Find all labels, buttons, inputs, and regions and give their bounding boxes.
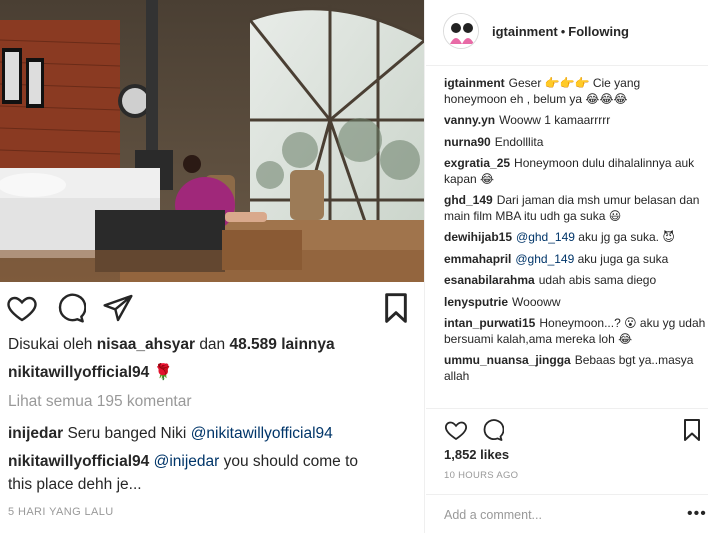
caption-author[interactable]: nikitawillyofficial94 (8, 364, 149, 381)
post-action-bar (0, 288, 424, 328)
comment-row: nikitawillyofficial94 @inijedar you shou… (8, 451, 416, 472)
rose-emoji: 🌹 (153, 364, 173, 381)
comment-user[interactable]: ghd_149 (444, 193, 493, 207)
share-icon[interactable] (102, 292, 134, 324)
comment-text: Woooww (512, 294, 561, 309)
comment-text: Endolllita (494, 134, 544, 149)
comment-mention[interactable]: @ghd_149 (515, 252, 574, 266)
comment-user[interactable]: inijedar (8, 425, 63, 442)
list-item: ghd_149 Dari jaman dia msh umur belasan d… (444, 193, 706, 224)
comment-text: Wooww 1 kamaarrrrr (499, 113, 611, 127)
comment-icon[interactable] (54, 292, 87, 324)
comment-text: you should come to (223, 453, 359, 470)
comment-icon[interactable] (480, 418, 505, 442)
desktop-post-sidebar: igtainment • Following igtainment Geser 👉👉👉… (426, 0, 708, 533)
liked-by-count[interactable]: 48.589 lainnya (230, 336, 335, 353)
bookmark-icon[interactable] (680, 418, 704, 442)
liked-by-line: Disukai oleh nisaa_ahsyar dan 48.589 lai… (8, 334, 416, 355)
comment-user[interactable]: vanny.yn (444, 113, 495, 127)
likes-count[interactable]: 1,852 likes (444, 447, 509, 462)
list-item: ummu_nuansa_jingga Bebaas bgt ya..masya a… (444, 353, 706, 384)
glamping-dome-photo (0, 0, 424, 282)
list-item: esanabilarahma udah abis sama diego (444, 273, 706, 289)
more-options-icon[interactable]: ••• (687, 505, 707, 523)
comment-list[interactable]: igtainment Geser 👉👉👉 Cie yang honeymoon e… (444, 76, 706, 406)
comment-user[interactable]: ummu_nuansa_jingga (444, 353, 571, 367)
list-item: nurna90 Endolllita (444, 135, 706, 151)
view-all-comments-link[interactable]: Lihat semua 195 komentar (8, 391, 416, 412)
following-button[interactable]: Following (568, 24, 629, 39)
comment-user[interactable]: dewihijab15 (444, 230, 512, 244)
liked-by-prefix: Disukai oleh (8, 336, 93, 353)
bookmark-icon[interactable] (380, 292, 412, 324)
post-header: igtainment • Following (426, 0, 708, 66)
post-header-text: igtainment • Following (492, 24, 629, 39)
mobile-post-screenshot: Disukai oleh nisaa_ahsyar dan 48.589 lai… (0, 0, 425, 533)
comment-user[interactable]: emmahapril (444, 252, 511, 266)
list-item: lenysputrie Woooww (444, 295, 706, 311)
list-item: vanny.yn Wooww 1 kamaarrrrr (444, 113, 706, 129)
heart-icon[interactable] (444, 418, 468, 442)
comment-user[interactable]: exgratia_25 (444, 156, 510, 170)
post-timestamp: 5 HARI YANG LALU (8, 506, 114, 518)
igtainment-logo (444, 14, 478, 48)
heart-icon[interactable] (6, 292, 38, 324)
comment-continuation: this place dehh je... (8, 476, 142, 493)
caption-line: nikitawillyofficial94 🌹 (8, 362, 416, 383)
list-item: exgratia_25 Honeymoon dulu dihalalinnya a… (444, 156, 706, 187)
list-item: intan_purwati15 Honeymoon...? 😮 aku yg ud… (444, 316, 706, 347)
avatar[interactable] (443, 13, 479, 49)
post-time: 10 HOURS AGO (444, 470, 519, 481)
comment-text: Seru banged Niki (67, 425, 187, 442)
list-item: emmahapril @ghd_149 aku juga ga suka (444, 252, 706, 268)
list-item: dewihijab15 @ghd_149 aku jg ga suka. 😈 (444, 230, 706, 246)
comment-text: udah abis sama diego (538, 273, 657, 287)
comment-mention[interactable]: @nikitawillyofficial94 (191, 425, 333, 442)
comment-text: aku juga ga suka (577, 251, 669, 266)
post-photo (0, 0, 424, 282)
comment-user[interactable]: nikitawillyofficial94 (8, 453, 149, 470)
comment-text: aku jg ga suka. 😈 (578, 230, 675, 244)
comment-user[interactable]: igtainment (444, 76, 505, 90)
comment-user[interactable]: lenysputrie (444, 295, 508, 309)
liked-by-and: dan (199, 336, 226, 353)
comment-user[interactable]: intan_purwati15 (444, 316, 535, 330)
post-username[interactable]: igtainment (492, 24, 558, 39)
comment-user[interactable]: esanabilarahma (444, 273, 535, 287)
comment-mention[interactable]: @inijedar (154, 453, 220, 470)
post-action-bar (426, 408, 708, 446)
add-comment-bar: ••• (426, 494, 708, 533)
list-item: igtainment Geser 👉👉👉 Cie yang honeymoon e… (444, 76, 706, 107)
comment-user[interactable]: nurna90 (444, 135, 491, 149)
comment-mention[interactable]: @ghd_149 (516, 230, 575, 244)
comment-row: inijedar Seru banged Niki @nikitawillyof… (8, 423, 416, 444)
comment-input[interactable] (444, 505, 674, 525)
liked-by-user[interactable]: nisaa_ahsyar (97, 336, 195, 353)
header-separator: • (560, 24, 566, 39)
